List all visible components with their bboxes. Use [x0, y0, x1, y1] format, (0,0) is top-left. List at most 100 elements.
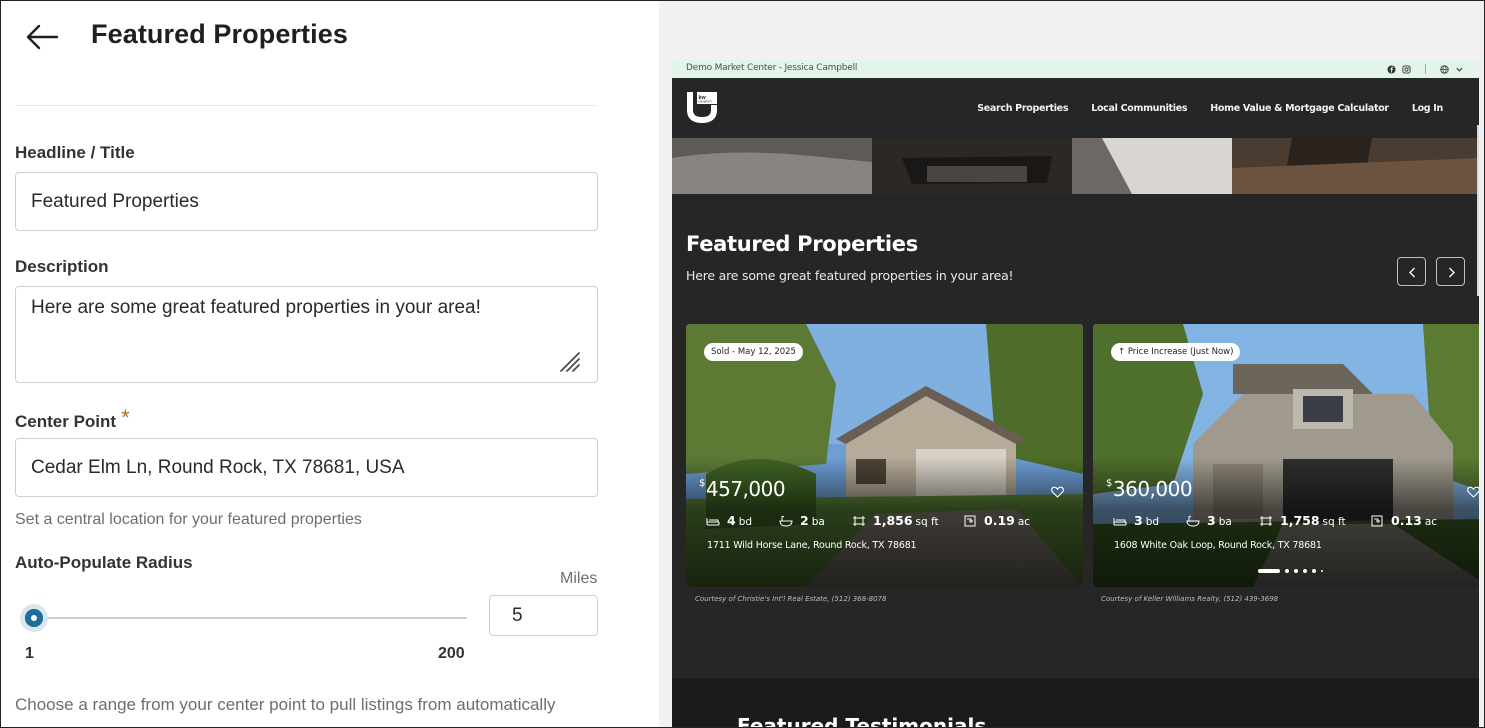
beds-unit: bd: [738, 516, 753, 528]
price-value: 457,000: [705, 477, 786, 501]
baths-value: 2: [800, 513, 809, 528]
property-stats: 4 bd 2 ba 1,856 sq ft 0.19 ac: [706, 513, 1030, 528]
bath-icon: [1186, 515, 1200, 527]
back-button[interactable]: [23, 21, 61, 53]
currency-symbol: $: [699, 478, 705, 489]
testimonials-title: Featured Testimonials: [737, 714, 987, 728]
pagination-dot-active[interactable]: [1258, 569, 1280, 573]
price-value: 360,000: [1112, 477, 1193, 501]
center-point-label-text: Center Point: [15, 412, 117, 431]
acres-unit: ac: [1017, 516, 1031, 528]
chevron-right-icon: [1449, 267, 1455, 278]
nav-home-value-calculator[interactable]: Home Value & Mortgage Calculator: [1210, 103, 1389, 114]
bed-icon: [706, 517, 720, 525]
heart-icon[interactable]: [1051, 486, 1064, 498]
center-point-help: Set a central location for your featured…: [15, 511, 362, 528]
property-price: $360,000: [1106, 477, 1193, 501]
pagination-dot[interactable]: [1285, 569, 1289, 573]
description-label: Description: [15, 257, 109, 276]
pagination-dot[interactable]: [1312, 569, 1316, 573]
stat-sqft: 1,758 sq ft: [1259, 513, 1370, 528]
stat-sqft: 1,856 sq ft: [852, 513, 963, 528]
heart-icon[interactable]: [1467, 486, 1479, 498]
radius-input[interactable]: [489, 595, 598, 636]
resize-grip-icon[interactable]: [558, 350, 580, 372]
editor-panel: Featured Properties Headline / Title Des…: [1, 1, 659, 727]
kw-university-logo[interactable]: kw UNIVERSITY: [686, 91, 718, 123]
baths-unit: ba: [811, 516, 825, 528]
sqft-unit: sq ft: [915, 516, 939, 528]
currency-symbol: $: [1106, 478, 1112, 489]
hero-room-photo: [672, 138, 1479, 194]
baths-unit: ba: [1218, 516, 1232, 528]
property-price: $457,000: [699, 477, 786, 501]
nav-local-communities[interactable]: Local Communities: [1091, 103, 1187, 114]
required-marker: *: [121, 405, 130, 430]
nav-log-in[interactable]: Log In: [1412, 103, 1443, 114]
topbar-icons: [1387, 62, 1464, 76]
topbar-text: Demo Market Center - Jessica Campbell: [686, 63, 858, 73]
radius-max-label: 200: [438, 645, 465, 662]
nav-search-properties[interactable]: Search Properties: [977, 103, 1068, 114]
property-address: 1608 White Oak Loop, Round Rock, TX 7868…: [1114, 540, 1322, 551]
description-textarea[interactable]: Here are some great featured properties …: [15, 286, 598, 383]
featured-section-description: Here are some great featured properties …: [686, 268, 1014, 283]
carousel-prev-button[interactable]: [1397, 257, 1426, 286]
sqft-icon: [853, 515, 865, 526]
radius-slider-track[interactable]: [33, 617, 467, 619]
site-preview: Demo Market Center - Jessica Campbell kw…: [672, 60, 1479, 728]
sqft-icon: [1260, 515, 1272, 526]
lot-icon: [1371, 515, 1383, 526]
preview-topbar: Demo Market Center - Jessica Campbell: [672, 60, 1479, 78]
editor-header: Featured Properties: [1, 1, 659, 73]
preview-scrollbar[interactable]: [1477, 125, 1479, 296]
listing-courtesy: Courtesy of Keller Williams Realty, (512…: [1101, 595, 1279, 603]
radius-label: Auto-Populate Radius: [15, 553, 193, 572]
headline-input[interactable]: [15, 172, 598, 231]
carousel-next-button[interactable]: [1436, 257, 1465, 286]
slider-thumb-dot: [31, 615, 37, 621]
divider: [15, 105, 598, 106]
sqft-unit: sq ft: [1322, 516, 1346, 528]
headline-label: Headline / Title: [15, 143, 135, 162]
radius-slider-thumb[interactable]: [20, 604, 48, 632]
stat-baths: 3 ba: [1186, 513, 1259, 528]
center-point-input[interactable]: [15, 438, 598, 497]
acres-value: 0.19: [984, 513, 1015, 528]
baths-value: 3: [1207, 513, 1216, 528]
property-card[interactable]: ↑ Price Increase (Just Now) $360,000 3 bd…: [1093, 324, 1479, 587]
pagination-dot[interactable]: [1303, 569, 1307, 573]
lot-icon: [964, 515, 976, 526]
pagination-dot[interactable]: [1294, 569, 1298, 573]
stat-lot: 0.13 ac: [1370, 513, 1437, 528]
bath-icon: [779, 515, 793, 527]
svg-text:UNIVERSITY: UNIVERSITY: [698, 101, 713, 104]
acres-value: 0.13: [1391, 513, 1422, 528]
beds-unit: bd: [1145, 516, 1160, 528]
badge-text: Price Increase (Just Now): [1127, 347, 1234, 357]
stat-baths: 2 ba: [779, 513, 852, 528]
beds-value: 3: [1134, 513, 1143, 528]
chevron-down-icon[interactable]: [1455, 65, 1464, 74]
stat-beds: 3 bd: [1113, 513, 1186, 528]
sqft-value: 1,758: [1280, 513, 1320, 528]
testimonials-section: Featured Testimonials: [672, 678, 1479, 728]
nav-menu: Search Properties Local Communities Home…: [977, 78, 1443, 138]
globe-icon[interactable]: [1440, 64, 1449, 74]
property-stats: 3 bd 3 ba 1,758 sq ft 0.13 ac: [1113, 513, 1437, 528]
facebook-icon[interactable]: [1387, 64, 1396, 74]
listing-courtesy: Courtesy of Christie's Int'l Real Estate…: [695, 595, 887, 603]
center-point-label: Center Point *: [15, 405, 130, 433]
pagination-dot[interactable]: [1321, 570, 1323, 572]
page-title: Featured Properties: [91, 19, 348, 49]
acres-unit: ac: [1424, 516, 1438, 528]
instagram-icon[interactable]: [1402, 64, 1411, 74]
featured-section-title: Featured Properties: [686, 232, 918, 256]
radius-help: Choose a range from your center point to…: [15, 695, 556, 714]
property-card[interactable]: Sold - May 12, 2025 $457,000 4 bd 2 ba 1,8…: [686, 324, 1083, 587]
property-address: 1711 Wild Horse Lane, Round Rock, TX 786…: [707, 540, 917, 551]
app-window: Featured Properties Headline / Title Des…: [0, 0, 1485, 728]
stat-beds: 4 bd: [706, 513, 779, 528]
stat-lot: 0.19 ac: [963, 513, 1030, 528]
radius-unit-label: Miles: [560, 570, 598, 587]
